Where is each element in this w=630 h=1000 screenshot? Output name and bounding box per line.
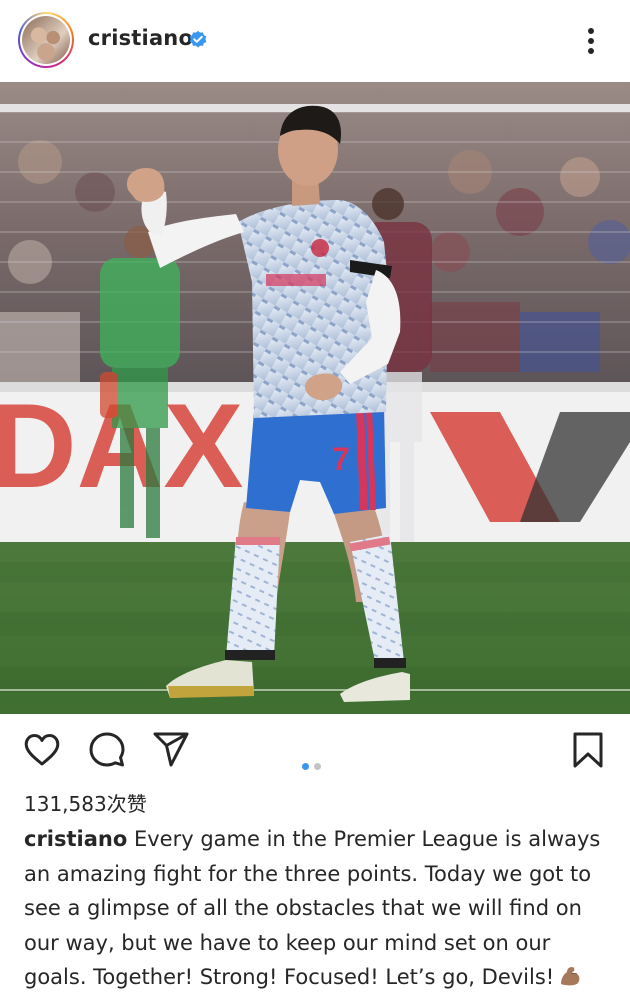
comment-icon[interactable] <box>87 730 127 770</box>
post-action-bar <box>0 720 630 780</box>
carousel-dot-active <box>302 763 309 770</box>
carousel-indicator <box>302 763 321 770</box>
football-player-photo: DAX <box>0 82 630 714</box>
flexed-biceps-icon <box>561 967 580 986</box>
post-username[interactable]: cristiano <box>88 26 193 50</box>
avatar-image <box>22 16 70 64</box>
more-vertical-icon[interactable] <box>576 24 606 58</box>
avatar-border <box>20 14 72 66</box>
send-icon[interactable] <box>151 730 191 770</box>
bookmark-icon[interactable] <box>568 730 608 770</box>
like-count[interactable]: 131,583次赞 <box>24 788 147 817</box>
post-caption: cristiano Every game in the Premier Leag… <box>24 822 614 995</box>
carousel-dot <box>314 763 321 770</box>
heart-icon[interactable] <box>22 730 62 770</box>
post-header: cristiano <box>0 0 630 82</box>
caption-text: Every game in the Premier League is alwa… <box>24 827 601 989</box>
shirt-number: 7 <box>332 441 350 477</box>
avatar[interactable] <box>18 12 74 68</box>
caption-username[interactable]: cristiano <box>24 827 127 851</box>
post-photo[interactable]: DAX <box>0 82 630 714</box>
verified-badge-icon <box>189 30 207 48</box>
